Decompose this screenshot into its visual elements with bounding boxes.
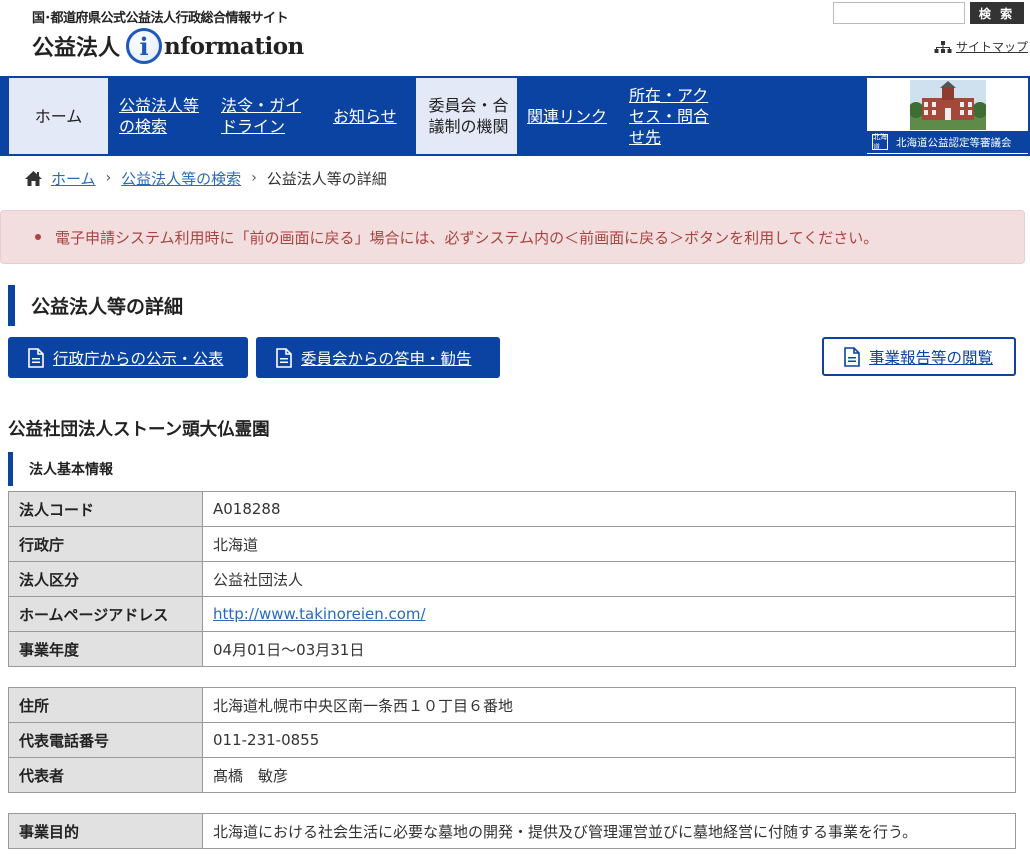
nav-home[interactable]: ホーム [9, 78, 108, 154]
nav-laws-guidelines[interactable]: 法令・ガイ ドライン [221, 78, 301, 154]
nav-laws-line2: ドライン [221, 117, 286, 136]
basic-info-table: 法人コード A018288 行政庁 北海道 法人区分 公益社団法人 ホームページ… [8, 491, 1016, 667]
row-value: 011-231-0855 [202, 722, 1016, 758]
nav-related-links[interactable]: 関連リンク [527, 78, 607, 154]
logo-suffix: nformation [164, 32, 304, 60]
nav-news[interactable]: お知らせ [333, 78, 397, 154]
corporation-name: 公益社団法人ストーン頭大仏霊園 [8, 420, 270, 440]
building-photo-icon [910, 80, 986, 130]
row-value: 北海道における社会生活に必要な墓地の開発・提供及び管理運営並びに墓地経営に付随す… [202, 813, 1016, 849]
table-row: 行政庁 北海道 [8, 526, 1016, 562]
row-value: A018288 [202, 491, 1016, 527]
hokkaido-emblem-icon: 北海道 [872, 133, 888, 151]
nav-corp-search[interactable]: 公益法人等 の検索 [119, 78, 199, 154]
row-label: 事業目的 [8, 813, 203, 849]
breadcrumb-home[interactable]: ホーム [51, 168, 96, 189]
breadcrumb: ホーム › 公益法人等の検索 › 公益法人等の詳細 [24, 167, 387, 189]
nav-access-line2: セス・問合 [629, 106, 710, 126]
banner-label-bar: 北海道 北海道公益認定等審議会 [867, 131, 1028, 153]
row-label: 代表者 [8, 757, 203, 793]
nav-access-line1: 所在・アク [629, 85, 709, 105]
search-input[interactable] [833, 2, 965, 24]
nav-committee-line2: 議制の機関 [428, 117, 509, 136]
alert-message: 電子申請システム利用時に「前の画面に戻る」場合には、必ずシステム内の＜前画面に戻… [55, 228, 879, 247]
info-icon: i [126, 28, 163, 64]
table-row: 事業年度 04月01日～03月31日 [8, 631, 1016, 667]
committee-report-button[interactable]: 委員会からの答申・勧告 [256, 337, 500, 378]
logo-prefix: 公益法人 [32, 36, 121, 61]
site-tagline: 国･都道府県公式公益法人行政総合情報サイト [32, 11, 289, 26]
purpose-table: 事業目的 北海道における社会生活に必要な墓地の開発・提供及び管理運営並びに墓地経… [8, 813, 1016, 849]
page-title: 公益法人等の詳細 [8, 285, 183, 326]
site-header: 国･都道府県公式公益法人行政総合情報サイト 公益法人 i nformation … [0, 0, 1030, 76]
row-value-cell: http://www.takinoreien.com/ [202, 596, 1016, 632]
banner-label: 北海道公益認定等審議会 [896, 136, 1012, 149]
document-icon [844, 346, 860, 367]
row-value: 北海道札幌市中央区南一条西１０丁目６番地 [202, 687, 1016, 723]
table-row: 法人コード A018288 [8, 491, 1016, 527]
global-nav: ホーム 公益法人等の検索 法令・ガイドライン お知らせ 委員会・合議制の機関 関… [0, 76, 1030, 156]
contact-info-table: 住所 北海道札幌市中央区南一条西１０丁目６番地 代表電話番号 011-231-0… [8, 687, 1016, 793]
bullet-icon [35, 234, 41, 240]
section-title: 法人基本情報 [8, 452, 113, 486]
nav-corp-search-line1: 公益法人等 [119, 96, 200, 115]
nav-committee-line1: 委員会・合 [428, 96, 509, 115]
business-report-button[interactable]: 事業報告等の閲覧 [822, 337, 1016, 376]
business-report-label: 事業報告等の閲覧 [869, 348, 994, 367]
nav-laws-line1: 法令・ガイ [221, 96, 302, 115]
nav-committee[interactable]: 委員会・合議制の機関 [416, 78, 517, 154]
gov-notice-button[interactable]: 行政庁からの公示・公表 [8, 337, 248, 378]
table-row: 代表者 髙橋 敏彦 [8, 757, 1016, 793]
table-row: 法人区分 公益社団法人 [8, 561, 1016, 597]
chevron-right-icon: › [105, 170, 112, 186]
homepage-link[interactable]: http://www.takinoreien.com/ [213, 605, 426, 623]
document-icon [276, 347, 292, 368]
row-label: 法人区分 [8, 561, 203, 597]
alert-banner: 電子申請システム利用時に「前の画面に戻る」場合には、必ずシステム内の＜前画面に戻… [0, 210, 1025, 264]
row-value: 髙橋 敏彦 [202, 757, 1016, 793]
row-value: 公益社団法人 [202, 561, 1016, 597]
nav-corp-search-line2: の検索 [119, 117, 168, 136]
row-value: 04月01日～03月31日 [202, 631, 1016, 667]
committee-report-label: 委員会からの答申・勧告 [301, 349, 472, 368]
breadcrumb-search[interactable]: 公益法人等の検索 [121, 168, 241, 189]
document-icon [28, 347, 44, 368]
breadcrumb-current: 公益法人等の詳細 [266, 169, 387, 188]
sitemap-link[interactable]: サイトマップ [934, 38, 1028, 55]
table-row: ホームページアドレス http://www.takinoreien.com/ [8, 596, 1016, 632]
search-button[interactable]: 検 索 [970, 2, 1024, 24]
gov-notice-label: 行政庁からの公示・公表 [53, 349, 224, 368]
hokkaido-council-banner[interactable]: 北海道 北海道公益認定等審議会 [867, 78, 1028, 154]
row-value: 北海道 [202, 526, 1016, 562]
row-label: 行政庁 [8, 526, 203, 562]
home-icon [25, 170, 42, 186]
sitemap-icon [934, 40, 952, 53]
nav-access-contact[interactable]: 所在・アク セス・問合 せ先 [629, 78, 709, 154]
table-row: 代表電話番号 011-231-0855 [8, 722, 1016, 758]
site-logo[interactable]: 公益法人 i nformation [32, 26, 304, 66]
row-label: ホームページアドレス [8, 596, 203, 632]
table-row: 事業目的 北海道における社会生活に必要な墓地の開発・提供及び管理運営並びに墓地経… [8, 813, 1016, 849]
row-label: 住所 [8, 687, 203, 723]
sitemap-label[interactable]: サイトマップ [956, 38, 1028, 55]
row-label: 代表電話番号 [8, 722, 203, 758]
row-label: 事業年度 [8, 631, 203, 667]
table-row: 住所 北海道札幌市中央区南一条西１０丁目６番地 [8, 687, 1016, 723]
row-label: 法人コード [8, 491, 203, 527]
chevron-right-icon: › [251, 170, 257, 186]
nav-access-line3: せ先 [629, 127, 662, 147]
